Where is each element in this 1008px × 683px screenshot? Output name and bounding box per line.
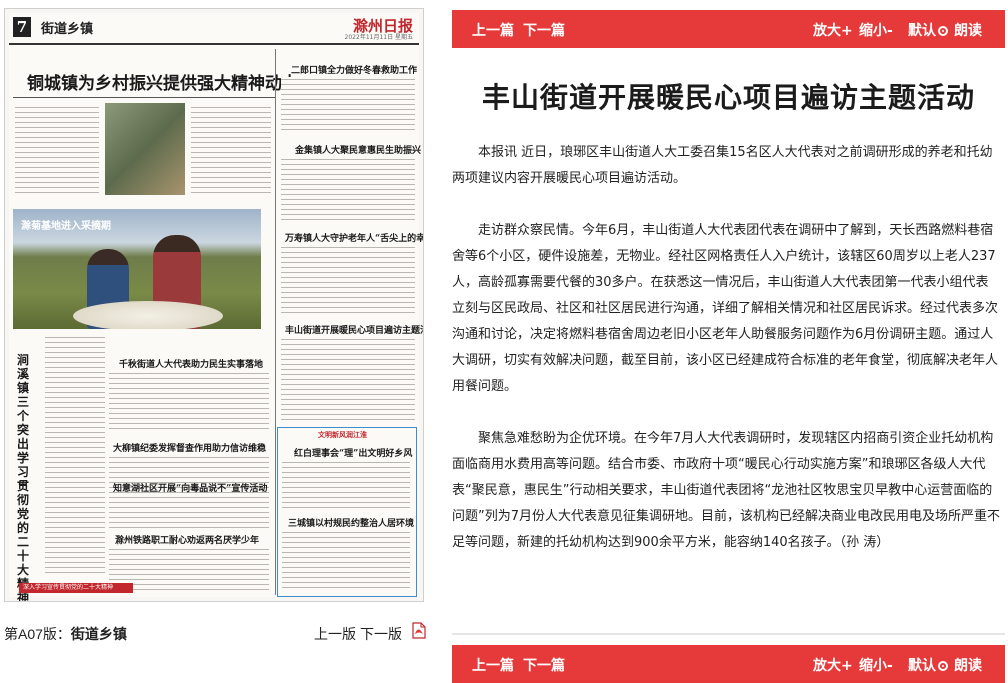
divider — [452, 633, 1005, 635]
next-article-button[interactable]: 下一篇 — [523, 655, 565, 675]
prev-article-button[interactable]: 上一篇 — [472, 20, 514, 40]
text-block — [281, 157, 415, 223]
page-edition-label: 第A07版：街道乡镇 — [4, 624, 127, 644]
divider — [13, 97, 275, 98]
edition-prefix: 第A07版： — [4, 626, 71, 642]
paper-headline: 千秋街道人大代表助力民生实事落地 — [119, 360, 264, 370]
paper-section-name: 街道乡镇 — [41, 22, 94, 37]
text-block — [15, 105, 99, 195]
text-block — [281, 245, 415, 315]
zoom-in-button[interactable]: 放大+ — [813, 20, 853, 40]
article-paragraph: 走访群众察民情。今年6月，丰山街道人大代表团代表在调研中了解到，天长西路燃料巷宿… — [452, 223, 999, 394]
column-divider — [275, 49, 276, 595]
next-page-link[interactable]: 下一版 — [360, 624, 402, 644]
paper-box-tag: 文明新风润江淮 — [318, 431, 367, 439]
prev-article-button[interactable]: 上一篇 — [472, 655, 514, 675]
edition-section: 街道乡镇 — [70, 626, 127, 642]
newspaper-page: 7 街道乡镇 滁州日报 2022年11月11日 星期五 铜城镇为乡村振兴提供强大… — [9, 13, 423, 601]
text-block — [109, 495, 269, 531]
paper-footer-tag: 深入学习宣传贯彻党的二十大精神 — [19, 583, 133, 593]
default-size-button[interactable]: 默认 — [908, 20, 948, 40]
article-toolbar-top: 上一篇 下一篇 放大+ 缩小- 默认 朗读 — [452, 10, 1005, 48]
article-body: 本报讯 近日，琅琊区丰山街道人大工委召集15名区人大代表对之前调研形成的养老和托… — [452, 140, 1001, 556]
chrysanthemum-photo: 滁菊基地进入采摘期 — [13, 209, 261, 329]
paper-headline: 大柳镇纪委发挥督查作用助力信访维稳 — [113, 444, 267, 454]
paper-headline: 丰山街道开展暖民心项目遍访主题活动 — [285, 326, 424, 336]
pdf-icon[interactable] — [412, 622, 426, 639]
text-block — [282, 530, 410, 590]
paper-masthead: 7 街道乡镇 滁州日报 2022年11月11日 星期五 — [9, 13, 419, 45]
newspaper-page-image[interactable]: 7 街道乡镇 滁州日报 2022年11月11日 星期五 铜城镇为乡村振兴提供强大… — [4, 8, 424, 602]
article-toolbar-bottom: 上一篇 下一篇 放大+ 缩小- 默认 朗读 — [452, 645, 1005, 683]
paper-feature-box: 文明新风润江淮 红白理事会“理”出文明好乡风 三城镇以村规民约整治人居环境 — [277, 427, 417, 597]
paper-headline: 知意湖社区开展“向毒品说不”宣传活动 — [113, 484, 268, 494]
article-paragraph: 聚焦急难愁盼为企优环境。在今年7月人大代表调研时，发现辖区内招商引资企业托幼机构… — [452, 431, 1001, 550]
paper-page-number: 7 — [13, 17, 31, 37]
next-article-button[interactable]: 下一篇 — [523, 20, 565, 40]
text-block — [281, 337, 415, 421]
default-size-label: 默认 — [908, 658, 936, 674]
photo-basket — [73, 301, 223, 329]
text-block — [281, 77, 415, 133]
paper-headline: 红白理事会“理”出文明好乡风 — [294, 449, 413, 459]
default-size-button[interactable]: 默认 — [908, 655, 948, 675]
read-aloud-button[interactable]: 朗读 — [954, 655, 982, 675]
small-photo — [105, 103, 185, 195]
default-size-label: 默认 — [908, 23, 936, 39]
prev-page-link[interactable]: 上一版 — [314, 624, 356, 644]
zoom-out-button[interactable]: 缩小- — [859, 20, 893, 40]
zoom-in-button[interactable]: 放大+ — [813, 655, 853, 675]
text-block — [45, 335, 105, 575]
default-radio-icon — [938, 26, 948, 36]
article-paragraph: 本报讯 近日，琅琊区丰山街道人大工委召集15名区人大代表对之前调研形成的养老和托… — [452, 145, 993, 186]
paper-headline: 滁州铁路职工耐心劝返两名厌学少年 — [115, 536, 260, 546]
article-title: 丰山街道开展暖民心项目遍访主题活动 — [481, 81, 975, 114]
paper-headline: 万寿镇人大守护老年人“舌尖上的幸福” — [285, 234, 424, 244]
text-block — [282, 460, 410, 508]
zoom-out-button[interactable]: 缩小- — [859, 655, 893, 675]
paper-vertical-title: 涧溪镇三个突出学习贯彻党的二十大精神 — [17, 353, 30, 602]
paper-date: 2022年11月11日 星期五 — [344, 34, 413, 41]
read-aloud-button[interactable]: 朗读 — [954, 20, 982, 40]
paper-headline: 二郎口镇全力做好冬春救助工作 — [291, 66, 418, 76]
text-block — [191, 105, 271, 195]
paper-headline: 金集镇人大聚民意惠民生助振兴 — [295, 146, 422, 156]
paper-headline: 三城镇以村规民约整治人居环境 — [288, 519, 415, 529]
photo-caption: 滁菊基地进入采摘期 — [21, 221, 111, 232]
text-block — [109, 547, 269, 591]
paper-lead-title: 铜城镇为乡村振兴提供强大精神动力 — [27, 74, 299, 94]
default-radio-icon — [938, 661, 948, 671]
text-block — [109, 371, 269, 429]
